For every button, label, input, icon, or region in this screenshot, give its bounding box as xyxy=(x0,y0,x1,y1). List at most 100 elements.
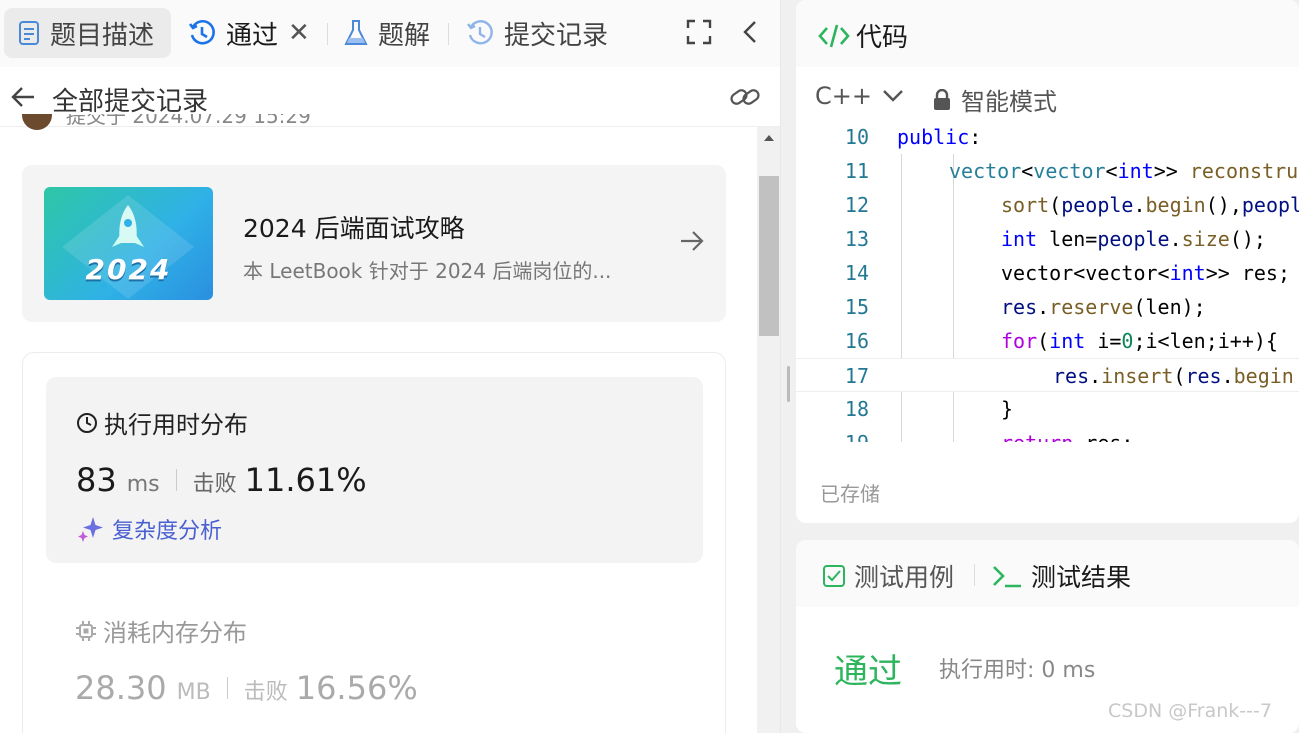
language-label: C++ xyxy=(815,82,872,110)
code-line[interactable]: 10 public: xyxy=(796,127,1299,154)
code-token: ( xyxy=(1037,329,1050,353)
runtime-unit: ms xyxy=(126,472,160,497)
sparkle-icon xyxy=(76,515,104,543)
tab-testcase[interactable]: 测试用例 xyxy=(822,558,954,594)
code-line[interactable]: 11 vector<vector<int>> reconstructQueue xyxy=(796,154,1299,188)
code-token: int xyxy=(1001,227,1038,251)
result-runtime: 执行用时: 0 ms xyxy=(939,658,1096,683)
code-editor[interactable]: 10 public: 11 vector<vector<int>> reconstru… xyxy=(796,127,1299,442)
code-line[interactable]: 17 res.insert(res.begin xyxy=(796,358,1299,392)
code-token: . xyxy=(1037,295,1050,319)
tab-bar: 题目描述 通过 ✕ 题解 提交记录 xyxy=(0,0,780,67)
code-text: res.insert(res.begin xyxy=(1053,359,1294,393)
tab-testcase-label: 测试用例 xyxy=(854,563,955,592)
submission-time: 提交于 2024.07.29 15:29 xyxy=(66,114,311,128)
code-panel-header: 代码 xyxy=(796,0,1299,67)
history-icon xyxy=(188,19,216,47)
code-token: people xyxy=(1061,193,1134,217)
code-token: len= xyxy=(1037,227,1098,251)
code-token: < xyxy=(1021,159,1034,183)
editor-mode-select[interactable]: 智能模式 xyxy=(933,82,1057,117)
runtime-metric: 83 ms 击败 11.61% xyxy=(76,461,367,499)
tab-test-result[interactable]: 测试结果 xyxy=(991,558,1131,594)
code-line[interactable]: 13 int len=people.size(); xyxy=(796,222,1299,256)
code-line[interactable]: 19 return res; xyxy=(796,426,1299,442)
memory-beat-percent: 16.56% xyxy=(295,669,418,707)
code-text: sort(people.begin(),people xyxy=(1001,188,1299,222)
tab-solutions[interactable]: 题解 xyxy=(344,8,430,58)
scrollbar-thumb[interactable] xyxy=(759,176,779,336)
lock-icon xyxy=(933,88,951,111)
code-token: vector xyxy=(949,159,1022,183)
code-token: begin xyxy=(1145,193,1206,217)
line-number: 18 xyxy=(844,397,869,421)
scroll-up-arrow-icon[interactable] xyxy=(764,135,774,141)
divider xyxy=(327,23,328,45)
line-number: 15 xyxy=(844,295,869,319)
runtime-card[interactable]: 执行用时分布 83 ms 击败 11.61% 复杂度分析 xyxy=(46,377,703,563)
promo-title: 2024 后端面试攻略 xyxy=(243,214,465,243)
runtime-beat-percent: 11.61% xyxy=(244,461,367,499)
code-token: begin xyxy=(1233,364,1294,388)
line-number: 19 xyxy=(796,426,869,442)
code-line[interactable]: 14 vector<vector<int>> res; xyxy=(796,256,1299,290)
leetbook-promo-card[interactable]: 2024 2024 后端面试攻略 本 LeetBook 针对于 2024 后端岗… xyxy=(22,165,726,322)
code-line[interactable]: 12 sort(people.begin(),people xyxy=(796,188,1299,222)
collapse-chevron-icon[interactable] xyxy=(740,19,760,51)
code-token: (); xyxy=(1229,227,1266,251)
code-token: int xyxy=(1049,329,1086,353)
tab-submissions[interactable]: 提交记录 xyxy=(466,8,608,58)
code-token: >> xyxy=(1153,159,1190,183)
avatar xyxy=(22,114,52,130)
code-text: int len=people.size(); xyxy=(1001,222,1266,256)
complexity-analysis-label: 复杂度分析 xyxy=(112,519,223,544)
history-icon xyxy=(466,19,494,47)
divider xyxy=(175,469,177,491)
document-icon xyxy=(18,20,40,46)
runtime-value: 83 xyxy=(76,461,117,499)
tab-accepted[interactable]: 通过 xyxy=(188,8,278,58)
code-token: int xyxy=(1169,261,1206,285)
fullscreen-icon[interactable] xyxy=(686,19,712,51)
code-line[interactable]: 15 res.reserve(len); xyxy=(796,290,1299,324)
code-token: . xyxy=(1169,227,1182,251)
code-text: vector<vector<int>> reconstructQueue xyxy=(949,154,1299,188)
divider xyxy=(226,677,228,699)
code-token: people xyxy=(1241,193,1299,217)
close-icon[interactable]: ✕ xyxy=(288,20,310,46)
code-token: . xyxy=(1089,364,1102,388)
chevron-down-icon xyxy=(882,89,904,103)
code-token: i= xyxy=(1085,329,1122,353)
code-line[interactable]: 16 for(int i=0;i<len;i++){ xyxy=(796,324,1299,358)
checkbox-icon xyxy=(822,564,846,588)
code-token: res xyxy=(1185,364,1222,388)
back-arrow-icon[interactable] xyxy=(9,83,37,115)
code-brackets-icon xyxy=(818,23,850,49)
line-number: 17 xyxy=(844,364,869,388)
code-token: 0 xyxy=(1121,329,1134,353)
complexity-analysis-link[interactable]: 复杂度分析 xyxy=(76,513,222,545)
code-token: vector<vector< xyxy=(1001,261,1170,285)
code-title-label: 代码 xyxy=(856,23,909,53)
code-token: . xyxy=(1133,193,1146,217)
scrollbar[interactable] xyxy=(757,127,780,733)
terminal-icon xyxy=(991,563,1023,589)
code-token: insert xyxy=(1101,364,1174,388)
arrow-right-icon[interactable] xyxy=(678,227,706,259)
code-token: } xyxy=(1001,397,1014,421)
resize-handle[interactable] xyxy=(787,366,790,402)
code-token: < xyxy=(1105,159,1118,183)
link-icon[interactable] xyxy=(729,83,761,115)
memory-metric: 28.30 MB 击败 16.56% xyxy=(75,669,418,707)
code-token: res xyxy=(1001,295,1038,319)
code-line[interactable]: 18} xyxy=(796,392,1299,426)
tab-description[interactable]: 题目描述 xyxy=(4,8,171,58)
result-status: 通过 xyxy=(834,652,902,692)
memory-title[interactable]: 消耗内存分布 xyxy=(75,613,247,648)
code-token: for xyxy=(1001,329,1038,353)
line-number: 12 xyxy=(844,193,869,217)
book-cover-year: 2024 xyxy=(85,253,172,286)
code-token: sort xyxy=(1001,193,1050,217)
language-select[interactable]: C++ xyxy=(815,82,904,110)
line-number: 11 xyxy=(844,159,869,183)
